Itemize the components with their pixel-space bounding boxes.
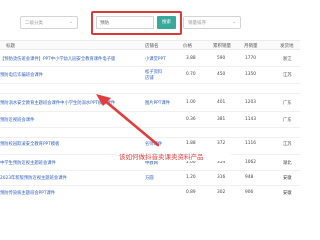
row-price: 0.36 xyxy=(186,117,196,122)
row-monthly: 906 xyxy=(245,190,254,195)
row-monthly: 1203 xyxy=(245,100,256,105)
row-title-link[interactable]: 2023年新版预防近视主题班会课件 xyxy=(0,175,67,181)
row-title-link[interactable]: 预防电信诈骗班会课件 xyxy=(0,72,43,78)
chevron-down-icon: ⌄ xyxy=(69,20,73,25)
category-select-label: 二级分类 xyxy=(25,21,43,26)
row-sales: 316 xyxy=(217,175,226,180)
row-location: 安徽 xyxy=(283,191,292,196)
table-row[interactable]: 预防传染病主题班会PPT课件 0.89 302 906 安徽 xyxy=(0,186,300,200)
row-location: 广东 xyxy=(283,101,292,106)
row-title-link[interactable]: 预防溺水安全教育主题班会课件中小学生防溺水PPT模板课件 xyxy=(0,100,115,106)
row-location: 江苏 xyxy=(283,73,292,78)
table-row[interactable] xyxy=(0,84,300,94)
column-header-sales[interactable]: 累积销量 xyxy=(213,43,231,49)
row-shop-link[interactable]: 小课堂PPT xyxy=(145,56,166,62)
row-monthly: 1350 xyxy=(245,72,256,77)
row-shop-link[interactable]: 名师课件 xyxy=(145,141,162,147)
table-row[interactable] xyxy=(0,128,300,138)
row-monthly: 1062 xyxy=(245,160,256,165)
chevron-down-icon: ⌄ xyxy=(232,20,236,25)
row-monthly: 1770 xyxy=(245,56,256,61)
search-input[interactable]: 预防 xyxy=(96,16,154,29)
column-header-shop[interactable]: 店铺名 xyxy=(145,43,159,49)
row-title-link[interactable]: 预防近视班会课件 xyxy=(0,117,34,123)
row-price: 0.70 xyxy=(186,72,196,77)
row-price: 1.20 xyxy=(186,175,196,180)
row-shop-link[interactable]: 图片PPT课件 xyxy=(145,100,170,106)
row-sales: 590 xyxy=(217,56,226,61)
row-sales: 372 xyxy=(217,141,226,146)
row-sales: 450 xyxy=(217,72,226,77)
row-monthly: 1116 xyxy=(245,141,256,146)
row-title-link[interactable]: 预防传染病主题班会PPT课件 xyxy=(0,190,55,196)
row-location: 江苏 xyxy=(283,142,292,147)
row-location: 安徽 xyxy=(283,176,292,181)
annotation-label: 该如何做抖音卖课卖资料产品 xyxy=(117,150,231,161)
row-location: 湖北 xyxy=(283,161,292,166)
search-button[interactable]: 搜索 xyxy=(157,16,176,29)
row-shop-suffix: 店铺 xyxy=(145,76,154,81)
sort-select[interactable]: 销量排序 ⌄ xyxy=(183,16,241,29)
row-title-link[interactable]: 中学生预防近视主题班会课件 xyxy=(0,160,56,166)
column-header-location[interactable]: 发货地 xyxy=(280,43,294,49)
column-header-title[interactable]: 标题 xyxy=(6,43,15,49)
row-sales: 401 xyxy=(217,100,226,105)
search-input-value: 预防 xyxy=(100,21,109,26)
row-price: 0.89 xyxy=(186,190,196,195)
column-header-monthly[interactable]: 月销量 xyxy=(244,43,258,49)
annotation-text: 该如何做抖音卖课卖资料产品 xyxy=(119,153,204,161)
category-select[interactable]: 二级分类 ⌄ xyxy=(20,16,78,29)
row-shop-link[interactable]: 松子资料 店铺 xyxy=(145,69,162,81)
column-header-price[interactable]: 价格 xyxy=(183,43,192,49)
table-row[interactable]: 预防近视班会课件 0.36 381 1143 广东 xyxy=(0,112,300,128)
row-shop-link[interactable]: 方圆 xyxy=(145,175,154,181)
row-price: 3.88 xyxy=(186,56,196,61)
table-row[interactable]: 预防溺水安全教育主题班会课件中小学生防溺水PPT模板课件 图片PPT课件 1.0… xyxy=(0,94,300,112)
row-price: 1.88 xyxy=(186,141,196,146)
row-title-link[interactable]: 【预防烫伤班会课件】PPT中小学幼儿园安全教育课件电子版 xyxy=(0,56,115,62)
row-sales: 381 xyxy=(217,117,226,122)
table-row[interactable]: 2023年新版预防近视主题班会课件 方圆 1.20 316 948 安徽 xyxy=(0,171,300,186)
row-title-link[interactable]: 预防校园欺凌安全教育PPT模板 xyxy=(0,141,59,147)
table-row[interactable]: 【预防烫伤班会课件】PPT中小学幼儿园安全教育课件电子版 小课堂PPT 3.88… xyxy=(0,50,300,67)
row-monthly: 1143 xyxy=(245,117,256,122)
row-location: 广东 xyxy=(283,118,292,123)
table-row[interactable]: 预防电信诈骗班会课件 松子资料 店铺 0.70 450 1350 江苏 xyxy=(0,67,300,84)
row-monthly: 948 xyxy=(245,175,254,180)
toolbar: 二级分类 ⌄ 预防 搜索 销量排序 ⌄ xyxy=(0,0,300,40)
row-price: 1.00 xyxy=(186,100,196,105)
table-header: 标题 店铺名 价格 累积销量 月销量 发货地 xyxy=(0,40,300,50)
sort-select-label: 销量排序 xyxy=(188,21,206,26)
row-location: 浙江 xyxy=(283,57,292,62)
row-sales: 302 xyxy=(217,190,226,195)
